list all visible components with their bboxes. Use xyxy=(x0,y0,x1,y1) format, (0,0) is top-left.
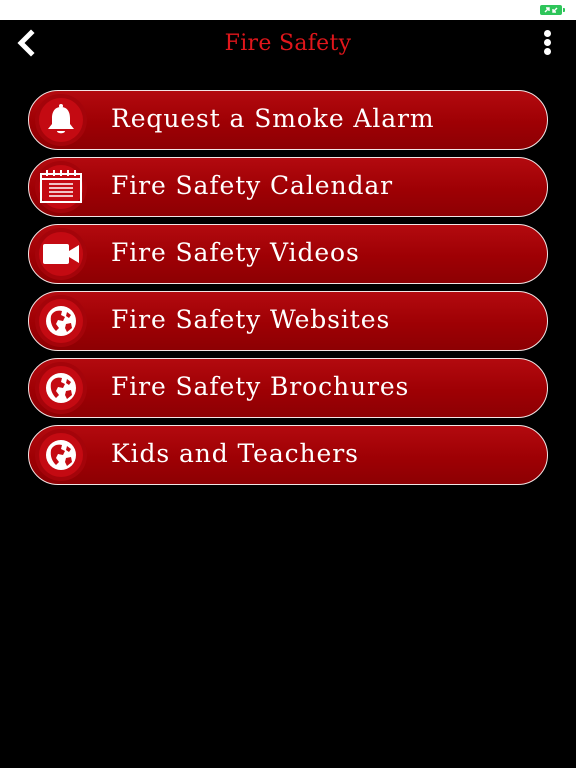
dot-icon xyxy=(544,30,551,37)
menu-item-label: Kids and Teachers xyxy=(111,439,359,468)
dot-icon xyxy=(544,39,551,46)
menu-item-label: Request a Smoke Alarm xyxy=(111,104,435,133)
menu-item-fire-safety-brochures[interactable]: Fire Safety Brochures xyxy=(28,358,548,418)
menu-item-kids-and-teachers[interactable]: Kids and Teachers xyxy=(28,425,548,485)
dot-icon xyxy=(544,48,551,55)
more-options-button[interactable] xyxy=(540,30,556,56)
menu-item-label: Fire Safety Websites xyxy=(111,305,391,334)
menu-item-label: Fire Safety Videos xyxy=(111,238,360,267)
menu-list: Request a Smoke Alarm Fire Safety Calend… xyxy=(28,90,548,492)
bell-icon xyxy=(39,98,83,142)
battery-charging-icon xyxy=(540,5,565,15)
page-title: Fire Safety xyxy=(224,31,352,56)
menu-item-request-smoke-alarm[interactable]: Request a Smoke Alarm xyxy=(28,90,548,150)
status-bar xyxy=(0,0,576,20)
calendar-icon xyxy=(39,165,83,209)
menu-item-fire-safety-websites[interactable]: Fire Safety Websites xyxy=(28,291,548,351)
menu-item-fire-safety-calendar[interactable]: Fire Safety Calendar xyxy=(28,157,548,217)
globe-icon xyxy=(39,299,83,343)
menu-item-label: Fire Safety Calendar xyxy=(111,171,394,200)
globe-icon xyxy=(39,366,83,410)
menu-item-label: Fire Safety Brochures xyxy=(111,372,410,401)
globe-icon xyxy=(39,433,83,477)
menu-item-fire-safety-videos[interactable]: Fire Safety Videos xyxy=(28,224,548,284)
video-camera-icon xyxy=(39,232,83,276)
nav-bar: Fire Safety xyxy=(0,20,576,70)
